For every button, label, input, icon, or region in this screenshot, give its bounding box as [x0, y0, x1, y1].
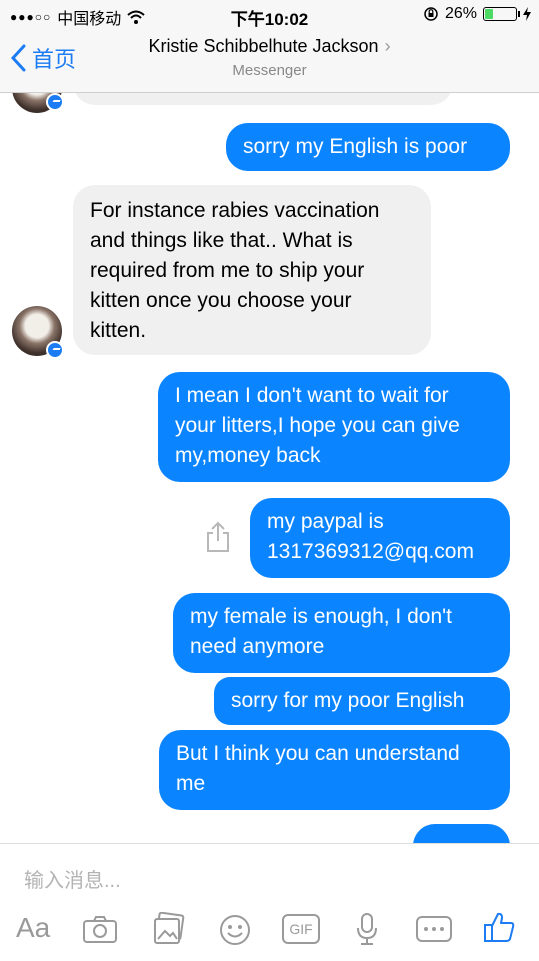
message-bubble-outgoing[interactable]: sorry for my poor English: [214, 677, 510, 725]
message-line: your litters,I hope you can give: [175, 414, 460, 437]
message-text: sorry my English is poor: [243, 135, 468, 158]
microphone-icon[interactable]: [355, 912, 379, 946]
message-text: sorry for my poor English: [231, 689, 465, 712]
composer: 输入消息... Aa GIF: [0, 843, 539, 961]
message-bubble-outgoing[interactable]: sorry my English is poor: [226, 123, 510, 171]
app-subtitle: Messenger: [232, 62, 307, 79]
contact-name: Kristie Schibbelhute Jackson: [148, 36, 379, 56]
message-bubble-outgoing[interactable]: [413, 824, 510, 843]
camera-icon[interactable]: [82, 914, 118, 944]
contact-name-button[interactable]: Kristie Schibbelhute Jackson ›: [0, 36, 539, 57]
message-bubble-outgoing[interactable]: my paypal is 1317369312@qq.com: [250, 498, 510, 578]
status-right: 26%: [423, 5, 531, 23]
message-line: my female is enough, I don't: [190, 605, 452, 628]
status-bar: ●●●○○ 中国移动 下午10:02 26%: [0, 0, 539, 30]
message-line: kitten.: [90, 319, 147, 342]
message-line: required from me to ship your: [90, 259, 365, 282]
message-line: my,money back: [175, 444, 321, 467]
message-line: I mean I don't want to wait for: [175, 384, 449, 407]
battery-percentage: 26%: [444, 5, 477, 22]
text-format-button[interactable]: Aa: [16, 912, 50, 944]
composer-toolbar: Aa GIF: [0, 902, 539, 958]
chevron-right-icon: ›: [384, 36, 391, 56]
message-bubble-outgoing[interactable]: my female is enough, I don't need anymor…: [173, 593, 510, 673]
message-input[interactable]: 输入消息...: [24, 864, 121, 893]
message-line: 1317369312@qq.com: [267, 540, 474, 563]
photo-icon[interactable]: [152, 912, 186, 946]
charging-icon: [523, 7, 531, 21]
message-line: But I think you can understand: [176, 742, 460, 765]
more-icon[interactable]: [415, 914, 453, 944]
message-line: me: [176, 772, 206, 795]
message-line: and things like that.. What is: [90, 229, 353, 252]
message-bubble-outgoing[interactable]: I mean I don't want to wait for your lit…: [158, 372, 510, 482]
message-bubble-incoming[interactable]: [73, 93, 453, 105]
message-line: For instance rabies vaccination: [90, 199, 380, 222]
message-bubble-incoming[interactable]: For instance rabies vaccination and thin…: [73, 185, 431, 355]
orientation-lock-icon: [424, 7, 438, 21]
gif-label: GIF: [289, 921, 313, 937]
battery-icon: [483, 7, 520, 21]
message-line: kitten once you choose your: [90, 289, 352, 312]
messenger-badge-icon: [46, 341, 64, 359]
like-icon[interactable]: [482, 910, 516, 944]
message-bubble-outgoing[interactable]: But I think you can understand me: [159, 730, 510, 810]
conversation-header: 首页 Kristie Schibbelhute Jackson › Messeng…: [0, 30, 539, 93]
gif-button[interactable]: GIF: [282, 914, 320, 944]
messenger-badge-icon: [46, 93, 64, 111]
share-icon[interactable]: [204, 521, 232, 553]
message-line: need anymore: [190, 635, 325, 658]
message-line: my paypal is: [267, 510, 384, 533]
message-list[interactable]: sorry my English is poor For instance ra…: [0, 93, 539, 843]
emoji-icon[interactable]: [219, 914, 251, 946]
